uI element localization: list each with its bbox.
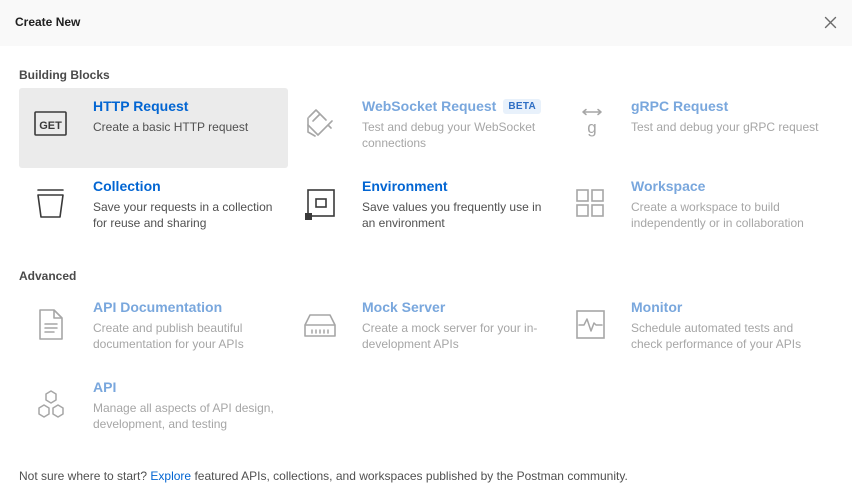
svg-text:GET: GET xyxy=(39,120,62,132)
websocket-icon xyxy=(302,105,338,141)
mock-server-description: Create a mock server for your in-develop… xyxy=(362,321,538,351)
collection-title: Collection xyxy=(93,178,161,194)
api-documentation-description: Create and publish beautiful documentati… xyxy=(93,321,244,351)
section-title-advanced: Advanced xyxy=(19,269,77,283)
environment-icon xyxy=(302,185,338,221)
websocket-request-label: WebSocket Request xyxy=(362,98,497,114)
workspace-description: Create a workspace to build independentl… xyxy=(631,200,804,230)
server-icon xyxy=(302,306,338,342)
environment-title: Environment xyxy=(362,178,448,194)
collection-icon xyxy=(33,185,69,221)
mock-server-title: Mock Server xyxy=(362,299,446,315)
monitor-icon xyxy=(571,306,607,342)
create-workspace[interactable]: Workspace Create a workspace to build in… xyxy=(557,168,826,248)
workspace-icon xyxy=(571,185,607,221)
api-documentation-title: API Documentation xyxy=(93,299,223,315)
create-collection[interactable]: Collection Save your requests in a colle… xyxy=(19,168,288,248)
dialog-title: Create New xyxy=(15,15,81,29)
collection-description: Save your requests in a collection for r… xyxy=(93,200,273,230)
svg-text:g: g xyxy=(587,118,596,137)
http-request-description: Create a basic HTTP request xyxy=(93,120,249,134)
create-api-documentation[interactable]: API Documentation Create and publish bea… xyxy=(19,289,288,369)
create-environment[interactable]: Environment Save values you frequently u… xyxy=(288,168,557,248)
footer-suffix: featured APIs, collections, and workspac… xyxy=(194,469,628,483)
close-icon[interactable] xyxy=(822,14,839,31)
websocket-request-title: WebSocket Request BETA xyxy=(362,98,542,114)
create-api[interactable]: API Manage all aspects of API design, de… xyxy=(19,369,288,449)
create-http-request[interactable]: GET HTTP Request Create a basic HTTP req… xyxy=(19,88,288,168)
monitor-description: Schedule automated tests and check perfo… xyxy=(631,321,802,351)
websocket-request-description: Test and debug your WebSocket connection… xyxy=(362,120,536,150)
section-title-building-blocks: Building Blocks xyxy=(19,68,110,82)
create-websocket-request[interactable]: WebSocket Request BETA Test and debug you… xyxy=(288,88,557,168)
footer-text: Not sure where to start? Explore feature… xyxy=(19,469,628,483)
api-title: API xyxy=(93,379,117,395)
create-mock-server[interactable]: Mock Server Create a mock server for you… xyxy=(288,289,557,369)
workspace-title: Workspace xyxy=(631,178,706,194)
explore-link[interactable]: Explore xyxy=(150,469,191,483)
http-get-icon: GET xyxy=(33,105,69,141)
http-request-title: HTTP Request xyxy=(93,98,189,114)
footer-prefix: Not sure where to start? xyxy=(19,469,148,483)
grpc-icon: g xyxy=(571,105,607,141)
environment-description: Save values you frequently use in an env… xyxy=(362,200,542,230)
create-grpc-request[interactable]: g gRPC Request Test and debug your gRPC … xyxy=(557,88,826,168)
document-icon xyxy=(33,306,69,342)
beta-badge: BETA xyxy=(503,99,542,114)
grpc-request-title: gRPC Request xyxy=(631,98,729,114)
create-monitor[interactable]: Monitor Schedule automated tests and che… xyxy=(557,289,826,369)
grpc-request-description: Test and debug your gRPC request xyxy=(631,120,819,134)
api-description: Manage all aspects of API design, develo… xyxy=(93,401,274,431)
dialog-header: Create New xyxy=(0,0,852,46)
monitor-title: Monitor xyxy=(631,299,683,315)
hexagons-icon xyxy=(33,386,69,422)
